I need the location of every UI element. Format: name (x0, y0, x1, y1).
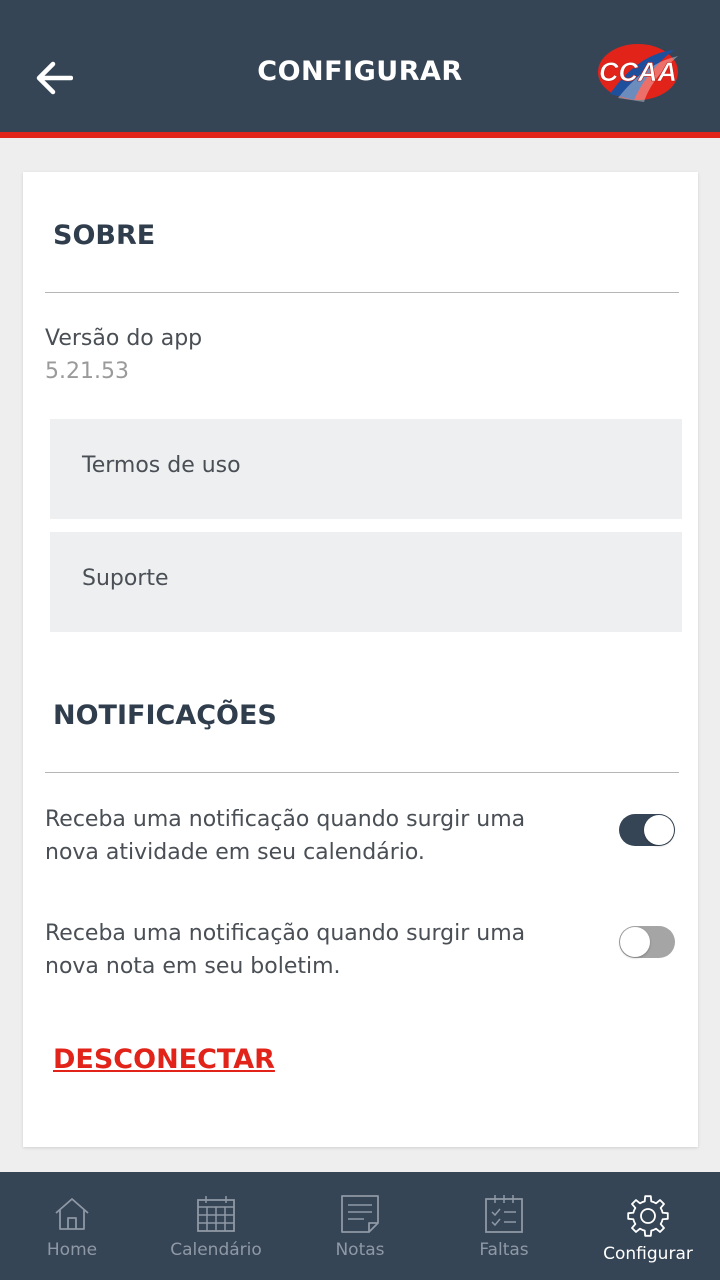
nav-label-settings: Configurar (603, 1244, 693, 1264)
about-section-title: SOBRE (53, 220, 156, 251)
grades-notification-toggle[interactable] (619, 926, 675, 958)
app-header: CONFIGURAR CCAA (0, 0, 720, 138)
nav-item-grades[interactable]: Notas (288, 1172, 432, 1280)
nav-item-calendar[interactable]: Calendário (144, 1172, 288, 1280)
checklist-icon (485, 1195, 523, 1233)
version-label: Versão do app (45, 326, 203, 351)
nav-label-calendar: Calendário (170, 1240, 262, 1260)
notifications-divider (45, 772, 679, 773)
nav-label-grades: Notas (335, 1240, 385, 1260)
nav-item-absences[interactable]: Faltas (432, 1172, 576, 1280)
disconnect-link[interactable]: DESCONECTAR (53, 1044, 275, 1075)
support-button[interactable]: Suporte (50, 532, 682, 632)
nav-item-settings[interactable]: Configurar (576, 1172, 720, 1280)
about-divider (45, 292, 679, 293)
nav-label-home: Home (46, 1240, 98, 1260)
svg-text:CCAA: CCAA (599, 57, 677, 87)
support-label: Suporte (82, 566, 169, 591)
home-icon (55, 1198, 89, 1230)
version-value: 5.21.53 (45, 359, 129, 384)
toggle-knob (644, 815, 674, 845)
toggle-knob (620, 927, 650, 957)
calendar-notification-toggle[interactable] (619, 814, 675, 846)
settings-card: SOBRE Versão do app 5.21.53 Termos de us… (23, 172, 698, 1147)
bottom-navigation: Home Calendário Notas Faltas Configurar (0, 1172, 720, 1280)
calendar-icon (197, 1196, 235, 1232)
calendar-notification-text: Receba uma notificação quando surgir uma… (45, 807, 526, 865)
nav-label-absences: Faltas (479, 1240, 529, 1260)
terms-button[interactable]: Termos de uso (50, 419, 682, 519)
document-icon (341, 1195, 379, 1233)
terms-label: Termos de uso (82, 453, 241, 478)
ccaa-logo: CCAA (598, 44, 678, 102)
grades-notification-text: Receba uma notificação quando surgir uma… (45, 921, 526, 979)
notifications-section-title: NOTIFICAÇÕES (53, 700, 277, 731)
gear-icon (627, 1195, 669, 1237)
nav-item-home[interactable]: Home (0, 1172, 144, 1280)
